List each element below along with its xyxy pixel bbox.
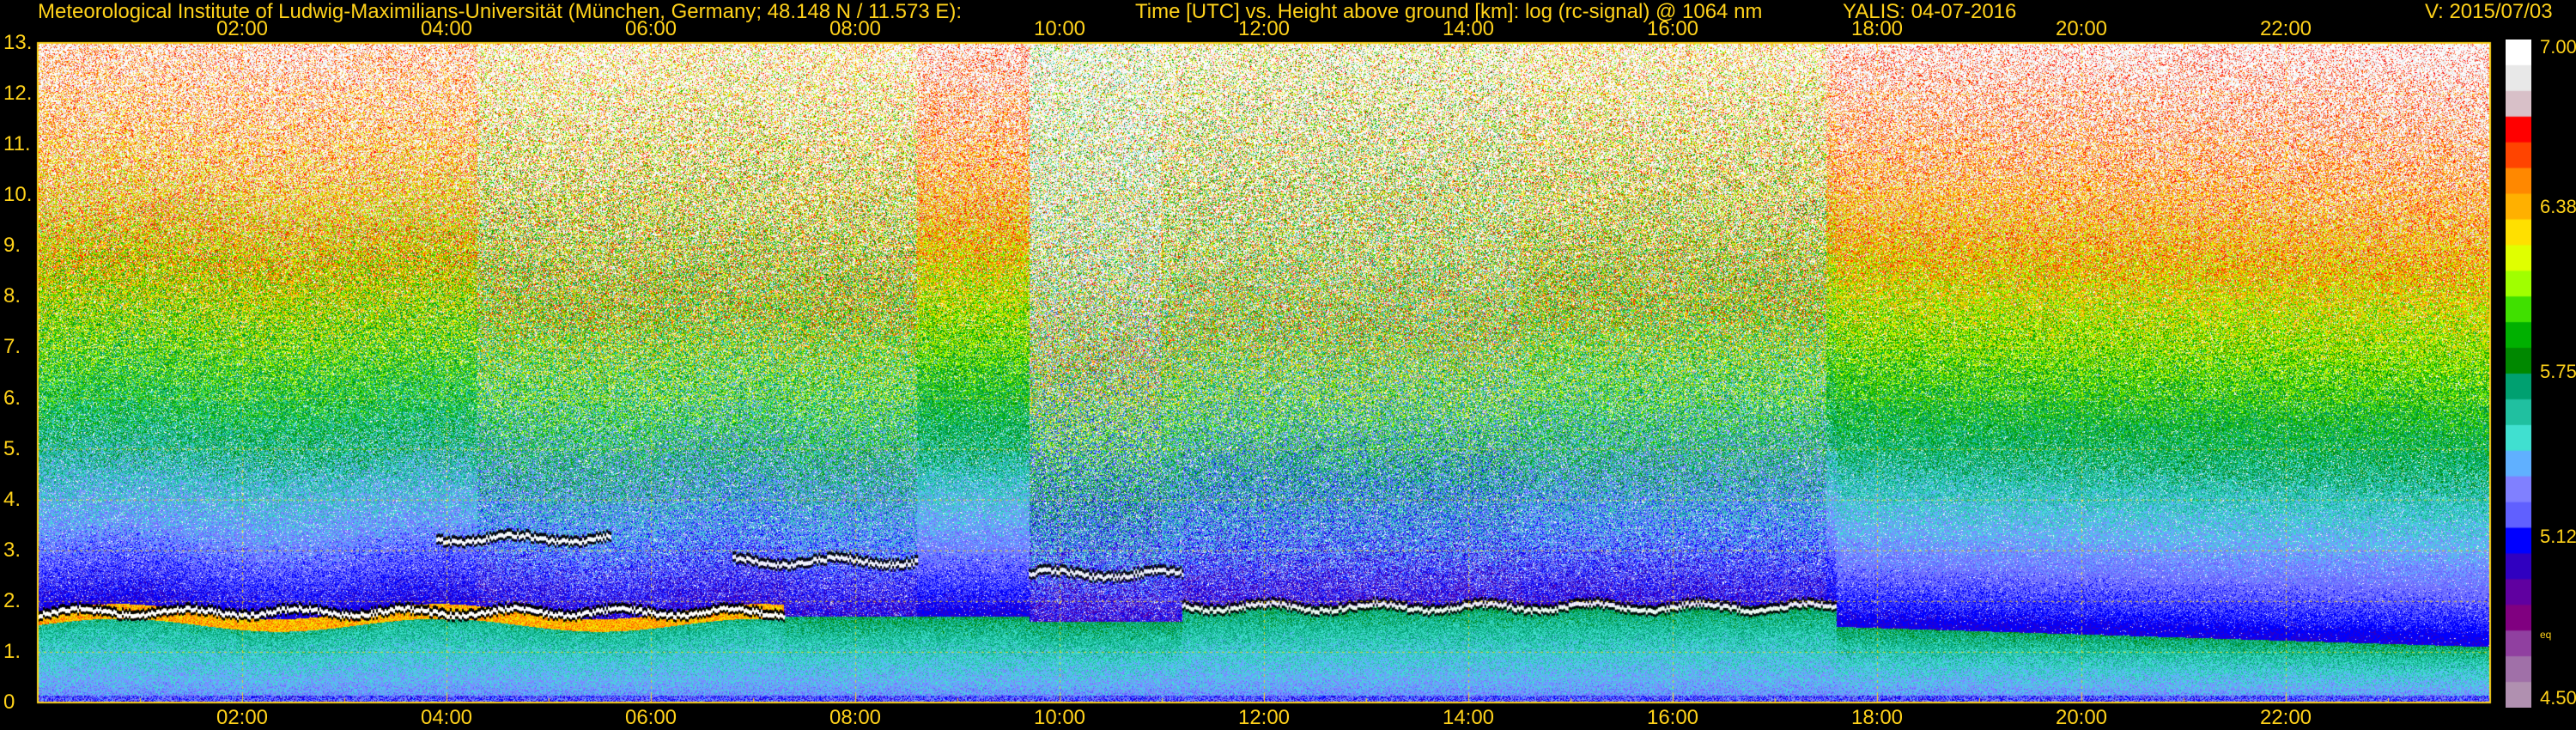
x-tick-label-bottom: 02:00 xyxy=(216,706,269,729)
x-tick-label-bottom: 22:00 xyxy=(2259,706,2312,729)
x-tick-label-bottom: 14:00 xyxy=(1442,706,1495,729)
colorbar-label-max: 7.00 xyxy=(2540,36,2576,58)
colorbar-label-2: 6.38 xyxy=(2540,196,2576,217)
x-tick-label-top: 16:00 xyxy=(1646,17,1699,40)
x-tick-label-bottom: 10:00 xyxy=(1033,706,1086,729)
y-tick-label: 10. xyxy=(3,183,33,207)
x-tick-label-bottom: 04:00 xyxy=(420,706,473,729)
x-tick-label-top: 02:00 xyxy=(216,17,269,40)
x-tick-label-top: 12:00 xyxy=(1237,17,1291,40)
y-tick-label: 11. xyxy=(3,132,31,156)
y-tick-label: 4. xyxy=(3,487,21,511)
x-tick-label-top: 22:00 xyxy=(2259,17,2312,40)
x-tick-label-top: 14:00 xyxy=(1442,17,1495,40)
colorbar-label-min: 4.50 xyxy=(2540,687,2576,709)
y-tick-label: 13. xyxy=(3,31,33,54)
x-tick-label-top: 10:00 xyxy=(1033,17,1086,40)
x-tick-label-bottom: 16:00 xyxy=(1646,706,1699,729)
y-tick-label: 12. xyxy=(3,82,33,106)
x-tick-label-bottom: 12:00 xyxy=(1237,706,1291,729)
x-tick-label-top: 04:00 xyxy=(420,17,473,40)
y-tick-label: 2. xyxy=(3,588,21,612)
x-tick-label-top: 18:00 xyxy=(1850,17,1904,40)
institute-header: Meteorological Institute of Ludwig-Maxim… xyxy=(38,0,963,23)
y-tick-label: 1. xyxy=(3,639,21,663)
colorbar xyxy=(2506,40,2531,708)
x-tick-label-bottom: 18:00 xyxy=(1850,706,1904,729)
y-tick-label: 5. xyxy=(3,436,21,460)
y-tick-label: 0 xyxy=(3,690,15,714)
lidar-backscatter-plot xyxy=(0,0,2576,730)
version-label: V: 2015/07/03 xyxy=(2425,0,2553,23)
x-tick-label-top: 06:00 xyxy=(624,17,677,40)
y-tick-label: 7. xyxy=(3,335,21,359)
y-tick-label: 9. xyxy=(3,234,21,258)
colorbar-label-3: 5.75 xyxy=(2540,361,2576,382)
y-tick-label: 8. xyxy=(3,284,21,308)
x-tick-label-bottom: 06:00 xyxy=(624,706,677,729)
y-tick-label: 6. xyxy=(3,386,21,410)
y-tick-label: 3. xyxy=(3,538,21,562)
colorbar-note: eq xyxy=(2540,629,2552,641)
x-tick-label-top: 08:00 xyxy=(829,17,882,40)
x-tick-label-bottom: 08:00 xyxy=(829,706,882,729)
x-tick-label-bottom: 20:00 xyxy=(2055,706,2108,729)
x-tick-label-top: 20:00 xyxy=(2055,17,2108,40)
colorbar-label-4: 5.12 xyxy=(2540,526,2576,547)
